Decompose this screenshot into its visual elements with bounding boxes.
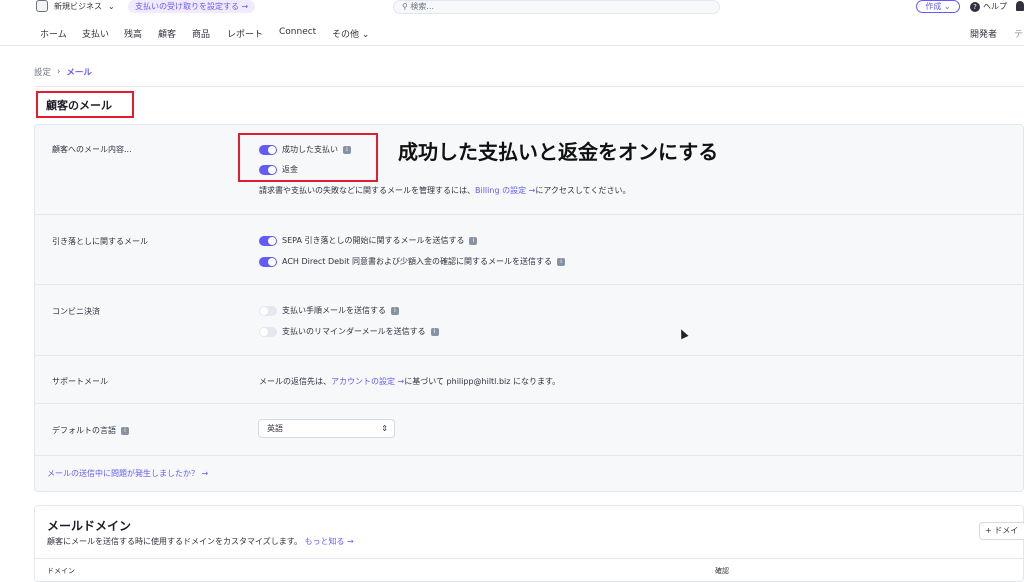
info-icon[interactable]: i	[557, 257, 566, 266]
info-icon[interactable]: i	[469, 236, 478, 245]
default-language-label: デフォルトの言語	[52, 426, 116, 435]
learn-more-link[interactable]: もっと知る →	[305, 537, 354, 546]
row-divider	[34, 214, 1024, 215]
language-select[interactable]: 英語 ⇕	[258, 419, 395, 438]
debit-email-label: 引き落としに関するメール	[52, 237, 148, 246]
add-domain-button[interactable]: + ドメイ	[979, 522, 1024, 540]
main-nav: ホーム 支払い 残高 顧客 商品 レポート Connect その他 ⌄ 開発者 …	[0, 20, 1024, 46]
search-input[interactable]: ⚲ 検索...	[393, 0, 720, 14]
ach-toggle[interactable]	[259, 256, 277, 267]
nav-connect[interactable]: Connect	[279, 27, 316, 37]
konbini-instructions-label: 支払い手順メールを送信する	[282, 306, 386, 315]
account-switcher[interactable]: 新規ビジネス ⌄	[36, 0, 115, 12]
select-chevron-icon: ⇕	[381, 424, 388, 433]
konbini-reminder-option: 支払いのリマインダーメールを送信する i	[259, 326, 439, 337]
sepa-toggle[interactable]	[259, 235, 277, 246]
nav-customers[interactable]: 顧客	[158, 27, 176, 40]
domain-table-header	[34, 558, 1024, 582]
title-highlight-box	[36, 91, 134, 118]
ach-label: ACH Direct Debit 同意書および少額入金の確認に関するメールを送信…	[282, 257, 553, 266]
konbini-label: コンビニ決済	[52, 307, 100, 316]
account-logo-icon	[36, 0, 48, 12]
nav-balances[interactable]: 残高	[124, 27, 142, 40]
konbini-reminder-label: 支払いのリマインダーメールを送信する	[282, 327, 426, 336]
chevron-down-icon: ⌄	[108, 1, 115, 11]
account-settings-link[interactable]: アカウントの設定 →	[331, 377, 404, 386]
setup-payments-link[interactable]: 支払いの受け取りを設定する →	[128, 0, 256, 13]
email-domain-title: メールドメイン	[47, 519, 132, 533]
nav-payments[interactable]: 支払い	[82, 27, 109, 40]
konbini-instructions-option: 支払い手順メールを送信する i	[259, 305, 399, 316]
row-divider	[34, 355, 1024, 356]
nav-developers[interactable]: 開発者	[970, 27, 997, 40]
email-problem-link[interactable]: メールの送信中に問題が発生しましたか？ →	[47, 468, 208, 479]
breadcrumb-settings[interactable]: 設定	[34, 66, 51, 78]
account-name: 新規ビジネス	[54, 1, 102, 11]
row-divider	[34, 403, 1024, 404]
search-placeholder: 検索...	[410, 2, 435, 11]
notification-bell-icon[interactable]	[1016, 1, 1024, 11]
email-domain-desc: 顧客にメールを送信する時に使用するドメインをカスタマイズします。 もっと知る →	[47, 537, 354, 546]
row-divider	[34, 284, 1024, 285]
help-icon: ?	[970, 1, 980, 12]
email-settings-panel	[34, 124, 1024, 492]
help-button[interactable]: ? ヘルプ	[970, 1, 1007, 12]
customer-email-label: 顧客へのメール内容...	[52, 145, 132, 154]
support-email-note: メールの返信先は、アカウントの設定 →に基づいて philipp@hiltl.b…	[259, 377, 561, 386]
row-divider	[34, 455, 1024, 456]
chevron-right-icon: ›	[57, 67, 61, 77]
annotation-text: 成功した支払いと返金をオンにする	[398, 140, 719, 164]
support-email-label: サポートメール	[52, 377, 108, 386]
konbini-instructions-toggle[interactable]	[259, 305, 277, 316]
nav-products[interactable]: 商品	[192, 27, 210, 40]
column-domain: ドメイン	[47, 567, 75, 575]
nav-more[interactable]: その他 ⌄	[332, 27, 369, 40]
konbini-reminder-toggle[interactable]	[259, 326, 277, 337]
search-icon: ⚲	[402, 2, 408, 11]
nav-home[interactable]: ホーム	[40, 27, 67, 40]
billing-settings-note: 請求書や支払いの失敗などに関するメールを管理するには、Billing の設定 →…	[259, 186, 631, 195]
default-language-label-group: デフォルトの言語 i	[52, 425, 129, 436]
create-button[interactable]: 作成 ⌄	[916, 0, 960, 13]
sepa-option: SEPA 引き落としの開始に関するメールを送信する i	[259, 235, 478, 246]
column-verification: 確認	[715, 567, 729, 575]
sepa-label: SEPA 引き落としの開始に関するメールを送信する	[282, 236, 465, 245]
billing-settings-link[interactable]: Billing の設定 →	[475, 186, 535, 195]
breadcrumb-email: メール	[66, 68, 92, 78]
nav-reports[interactable]: レポート	[227, 27, 263, 40]
info-icon[interactable]: i	[121, 426, 129, 435]
divider	[34, 86, 1024, 87]
info-icon[interactable]: i	[391, 306, 399, 315]
top-bar: 新規ビジネス ⌄ 支払いの受け取りを設定する → ⚲ 検索... 作成 ⌄ ? …	[0, 0, 1024, 16]
ach-option: ACH Direct Debit 同意書および少額入金の確認に関するメールを送信…	[259, 256, 566, 267]
breadcrumb: 設定 › メール	[34, 66, 92, 78]
help-label: ヘルプ	[983, 2, 1007, 11]
nav-test-mode[interactable]: テ	[1014, 27, 1023, 40]
info-icon[interactable]: i	[430, 327, 439, 336]
toggle-highlight-box	[238, 133, 378, 182]
